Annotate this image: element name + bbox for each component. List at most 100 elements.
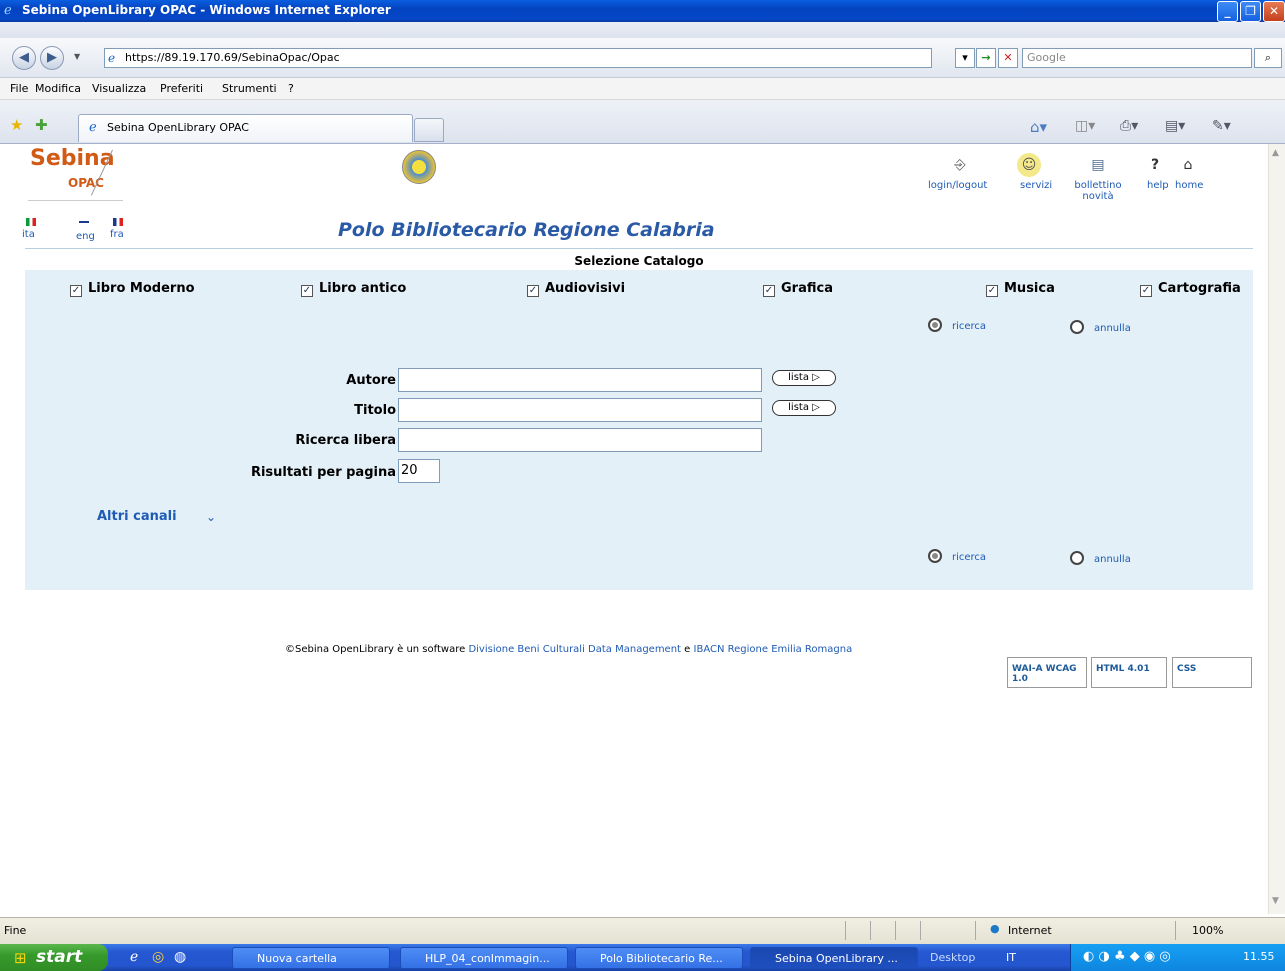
task-folder[interactable]: Nuova cartella <box>232 947 390 969</box>
checkbox-checked-icon[interactable]: ✓ <box>70 285 82 297</box>
checkbox-checked-icon[interactable]: ✓ <box>763 285 775 297</box>
home-toolbar-icon[interactable]: ⌂▾ <box>1030 118 1047 136</box>
minimize-button[interactable]: _ <box>1217 1 1238 22</box>
partner-link[interactable]: IBACN Regione Emilia Romagna <box>694 644 853 655</box>
lang-ita[interactable]: ita <box>22 229 35 240</box>
w3c-wai-badge[interactable]: WAI-A WCAG 1.0 <box>1007 657 1087 688</box>
flag-france-icon[interactable] <box>113 218 123 226</box>
home-link[interactable]: home <box>1175 180 1203 191</box>
page-menu-icon[interactable]: ▤▾ <box>1165 118 1185 134</box>
catalog-option-cartografia[interactable]: ✓ Cartografia <box>1140 281 1241 297</box>
newsletter-icon[interactable]: ▤ <box>1086 153 1110 177</box>
radio-icon[interactable] <box>1070 551 1084 565</box>
other-channels-link[interactable]: Altri canali <box>97 509 177 524</box>
print-icon[interactable]: ⎙▾ <box>1120 118 1138 134</box>
task-word-doc[interactable]: HLP_04_conImmagin... <box>400 947 568 969</box>
zoom-level[interactable]: 100% <box>1192 924 1223 937</box>
tools-icon[interactable]: ✎▾ <box>1212 118 1231 134</box>
forward-icon[interactable]: ▶ <box>40 46 64 70</box>
company-link[interactable]: Divisione Beni Culturali Data Management <box>468 644 681 655</box>
free-search-input[interactable] <box>398 428 762 452</box>
catalog-option-libro-antico[interactable]: ✓ Libro antico <box>301 281 406 297</box>
window-title: Sebina OpenLibrary OPAC - Windows Intern… <box>22 3 391 17</box>
services-smiley-icon[interactable]: ☺ <box>1017 153 1041 177</box>
help-icon[interactable]: ? <box>1143 153 1167 177</box>
menu-view[interactable]: Visualizza <box>92 82 146 95</box>
left-frame <box>0 144 8 914</box>
tab-ie-icon: ℯ <box>89 120 97 135</box>
tab-sebina[interactable]: ℯ Sebina OpenLibrary OPAC <box>78 114 413 142</box>
ie-logo-icon: ℯ <box>4 3 12 18</box>
flag-uk-icon[interactable] <box>79 218 89 226</box>
scroll-down-icon[interactable]: ▼ <box>1272 896 1279 906</box>
task-polo-browser[interactable]: Polo Bibliotecario Re... <box>575 947 743 969</box>
search-icon[interactable]: ⌕ <box>1254 48 1282 68</box>
flag-italy-icon[interactable] <box>26 218 36 226</box>
task-sebina-browser[interactable]: Sebina OpenLibrary ... <box>750 947 918 969</box>
help-link[interactable]: help <box>1147 180 1169 191</box>
chevron-down-icon[interactable]: ⌄ <box>206 510 216 524</box>
checkbox-checked-icon[interactable]: ✓ <box>986 285 998 297</box>
menu-help[interactable]: ? <box>288 82 294 95</box>
status-bar: Fine ● Internet 100% <box>0 917 1285 944</box>
cancel-action-top[interactable]: annulla <box>1070 320 1131 334</box>
close-button[interactable]: ✕ <box>1263 1 1285 22</box>
tray-icons[interactable]: ◐ ◑ ♣ ◆ ◉ ◎ <box>1083 949 1171 964</box>
tab-label: Sebina OpenLibrary OPAC <box>107 121 249 134</box>
login-logout-link[interactable]: login/logout <box>928 180 987 191</box>
catalog-option-musica[interactable]: ✓ Musica <box>986 281 1055 297</box>
logo-sebina[interactable]: Sebina <box>30 146 115 171</box>
lang-fra[interactable]: fra <box>110 229 124 240</box>
back-icon[interactable]: ◀ <box>12 46 36 70</box>
w3c-css-badge[interactable]: CSS <box>1172 657 1252 688</box>
address-input[interactable]: https://89.19.170.69/SebinaOpac/Opac <box>104 48 932 68</box>
scroll-up-icon[interactable]: ▲ <box>1272 148 1279 158</box>
search-action-top[interactable]: ricerca <box>928 318 986 332</box>
quicklaunch-app-icon[interactable]: ◍ <box>174 949 186 965</box>
address-dropdown-icon[interactable]: ▾ <box>955 48 975 68</box>
checkbox-checked-icon[interactable]: ✓ <box>527 285 539 297</box>
radio-selected-icon[interactable] <box>928 318 942 332</box>
checkbox-checked-icon[interactable]: ✓ <box>1140 285 1152 297</box>
catalog-option-audiovisivi[interactable]: ✓ Audiovisivi <box>527 281 625 297</box>
login-icon[interactable]: ⎆ <box>948 153 972 177</box>
add-favorites-icon[interactable]: ✚ <box>35 116 48 134</box>
history-dropdown-icon[interactable]: ▼ <box>74 52 80 61</box>
search-input[interactable]: Google <box>1022 48 1252 68</box>
checkbox-checked-icon[interactable]: ✓ <box>301 285 313 297</box>
menu-favorites[interactable]: Preferiti <box>160 82 203 95</box>
cancel-action-bottom[interactable]: annulla <box>1070 551 1131 565</box>
home-icon[interactable]: ⌂ <box>1176 153 1200 177</box>
feeds-icon[interactable]: ◫▾ <box>1075 118 1095 134</box>
go-icon[interactable]: → <box>976 48 996 68</box>
results-per-page-input[interactable]: 20 <box>398 459 440 483</box>
w3c-html-badge[interactable]: HTML 4.01 <box>1091 657 1167 688</box>
maximize-button[interactable]: ❐ <box>1240 1 1261 22</box>
title-list-button[interactable]: lista ▷ <box>772 400 836 416</box>
menu-tools[interactable]: Strumenti <box>222 82 277 95</box>
catalog-option-libro-moderno[interactable]: ✓ Libro Moderno <box>70 281 195 297</box>
title-input[interactable] <box>398 398 762 422</box>
search-action-bottom[interactable]: ricerca <box>928 549 986 563</box>
lang-eng[interactable]: eng <box>76 231 95 242</box>
author-input[interactable] <box>398 368 762 392</box>
favorites-star-icon[interactable]: ★ <box>10 116 23 134</box>
services-link[interactable]: servizi <box>1020 180 1052 191</box>
quicklaunch-ie-icon[interactable]: ℯ <box>130 949 138 965</box>
quicklaunch-calendar-icon[interactable]: ◎ <box>152 949 164 965</box>
newsletter-link[interactable]: bollettino novità <box>1068 180 1128 202</box>
radio-icon[interactable] <box>1070 320 1084 334</box>
menu-edit[interactable]: Modifica <box>35 82 81 95</box>
scrollbar[interactable]: ▲ ▼ <box>1268 144 1285 914</box>
author-list-button[interactable]: lista ▷ <box>772 370 836 386</box>
page-title: Polo Bibliotecario Regione Calabria <box>338 219 715 241</box>
stop-icon[interactable]: ✕ <box>998 48 1018 68</box>
menu-file[interactable]: File <box>10 82 28 95</box>
desktop-toolbar[interactable]: Desktop <box>930 951 975 964</box>
title-label: Titolo <box>354 403 396 418</box>
catalog-option-grafica[interactable]: ✓ Grafica <box>763 281 833 297</box>
new-tab-button[interactable] <box>414 118 444 142</box>
region-emblem-icon <box>402 150 436 184</box>
radio-selected-icon[interactable] <box>928 549 942 563</box>
language-indicator[interactable]: IT <box>1006 951 1016 964</box>
